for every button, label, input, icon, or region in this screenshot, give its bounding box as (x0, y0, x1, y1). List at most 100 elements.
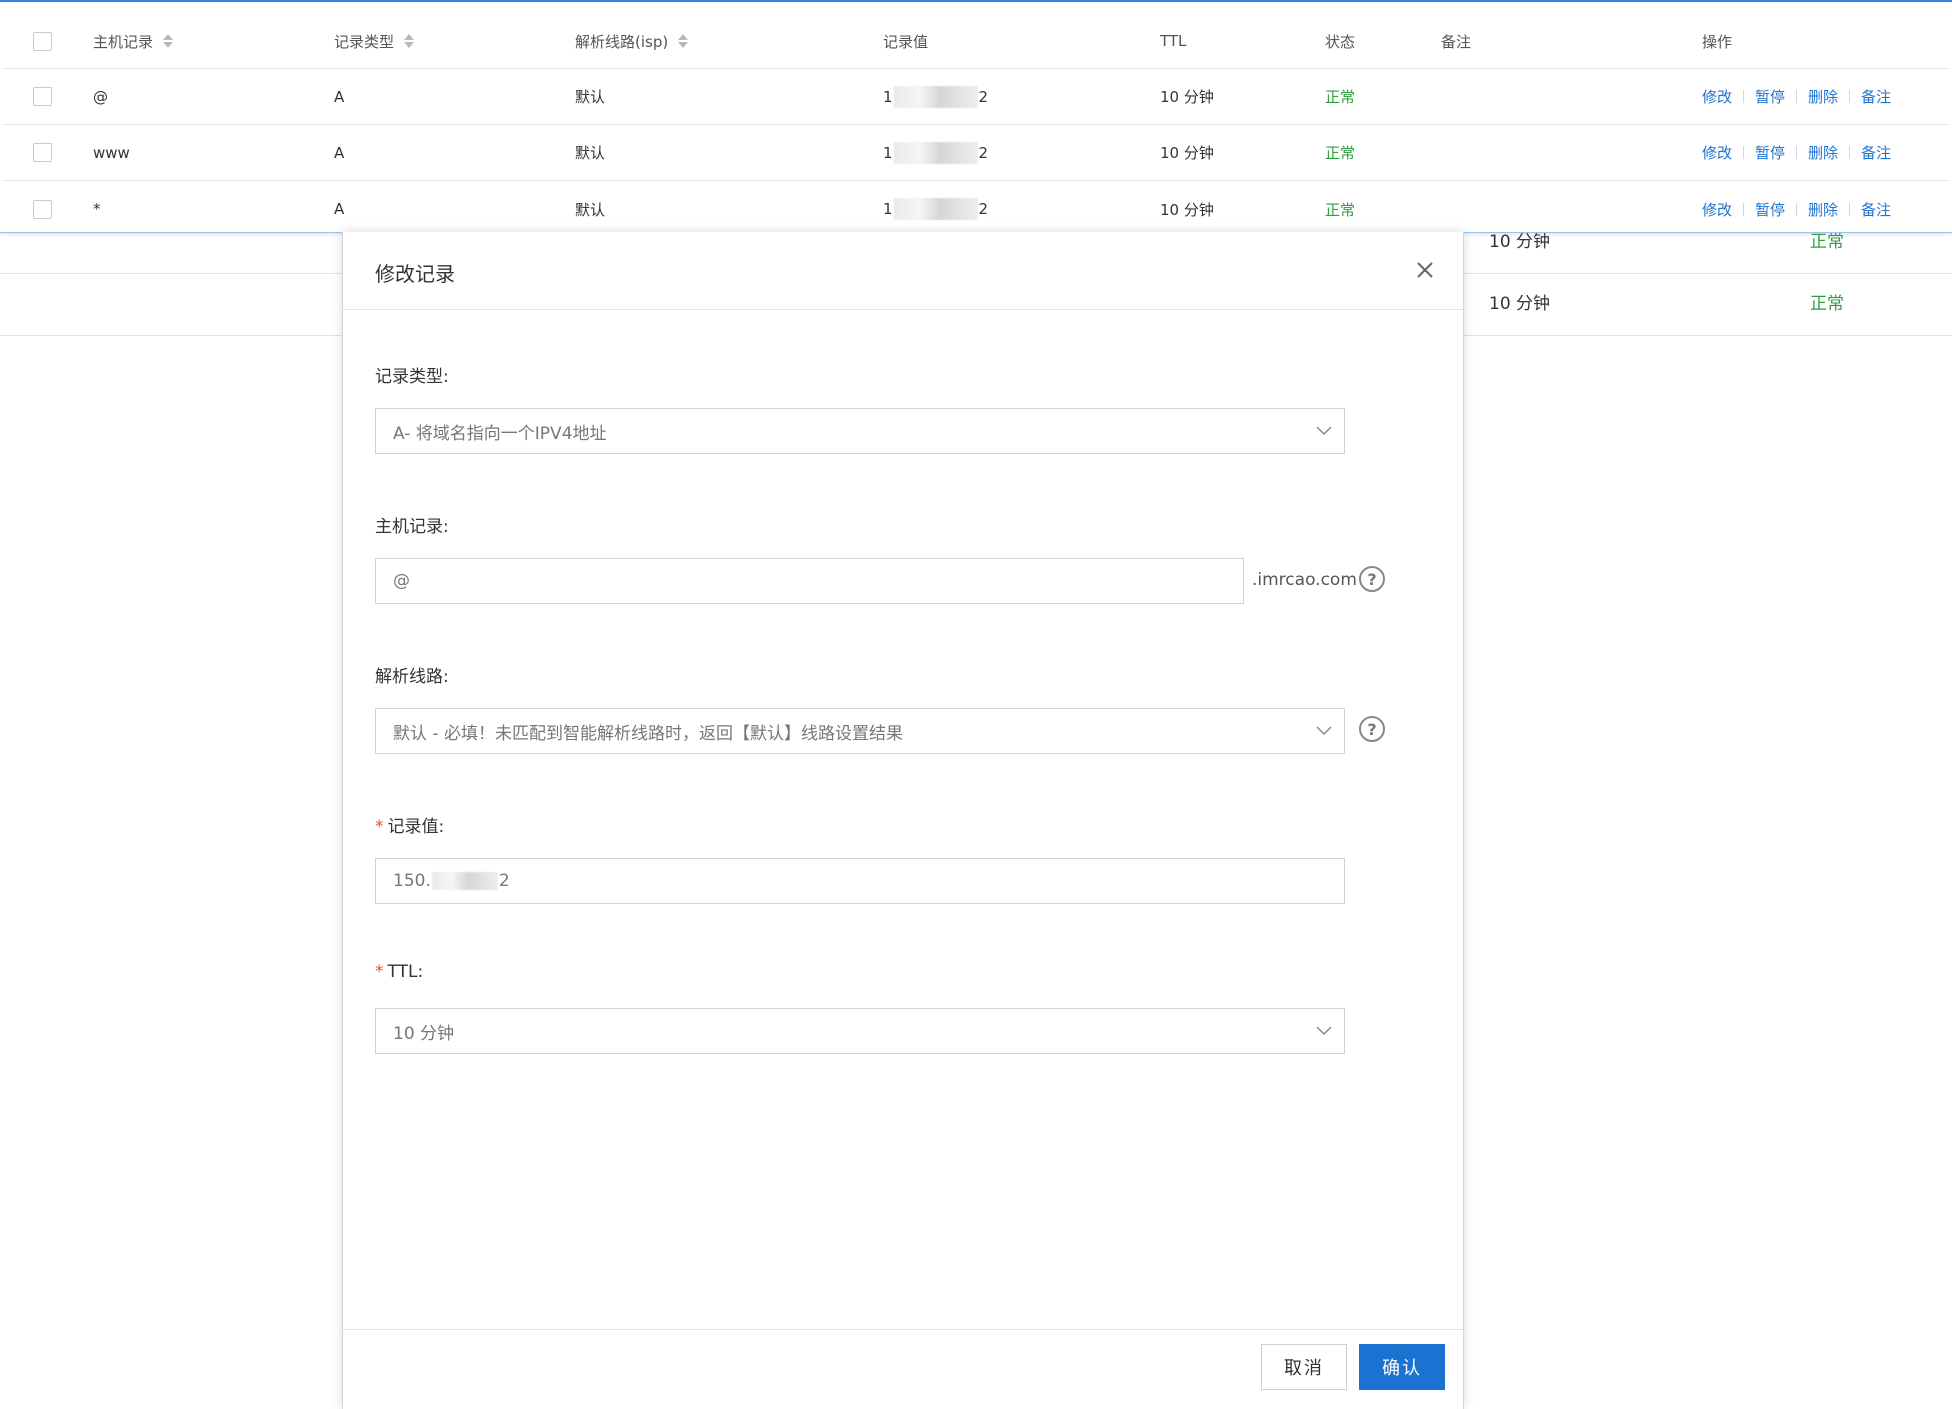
header-status: 状态 (1325, 32, 1356, 51)
host-input[interactable]: @ (375, 558, 1244, 604)
record-value-input[interactable]: 150. 2 (375, 858, 1345, 904)
sort-icon[interactable] (163, 34, 174, 48)
delete-link[interactable]: 删除 (1808, 142, 1838, 163)
redaction-mask (431, 872, 498, 890)
bg-ttl: 10 分钟 (1489, 294, 1551, 314)
close-button[interactable] (1411, 256, 1439, 284)
header-host[interactable]: 主机记录 (93, 14, 174, 68)
cell-type: A (334, 200, 345, 218)
record-type-value: A- 将域名指向一个IPV4地址 (393, 423, 607, 444)
line-select[interactable]: 默认 - 必填！未匹配到智能解析线路时，返回【默认】线路设置结果 (375, 708, 1345, 754)
table-row: www A 默认 1 2 10 分钟 正常 修改 暂停 删除 备注 (4, 125, 1948, 181)
ttl-select[interactable]: 10 分钟 (375, 1008, 1345, 1054)
cell-ttl: 10 分钟 (1160, 200, 1214, 219)
ttl-label-text: TTL: (387, 962, 424, 982)
bg-status: 正常 (1810, 294, 1844, 314)
chevron-down-icon (1304, 726, 1344, 736)
close-icon (1417, 262, 1433, 278)
records-table: 主机记录 记录类型 解析线路(isp) 记录值 TTL 状态 备注 操作 @ A… (0, 0, 1952, 233)
cell-line: 默认 (575, 144, 606, 162)
row-checkbox[interactable] (33, 87, 52, 106)
row-checkbox[interactable] (33, 143, 52, 162)
required-mark: * (375, 962, 384, 982)
ttl-label: * TTL: (375, 962, 423, 982)
cell-value-suffix: 2 (978, 200, 989, 218)
edit-link[interactable]: 修改 (1702, 86, 1732, 107)
cell-status: 正常 (1325, 88, 1356, 106)
remark-link[interactable]: 备注 (1861, 142, 1891, 163)
line-value: 默认 - 必填！未匹配到智能解析线路时，返回【默认】线路设置结果 (393, 723, 903, 744)
cell-value-prefix: 1 (883, 143, 893, 162)
edit-record-dialog: 修改记录 记录类型: A- 将域名指向一个IPV4地址 主机记录: @ .imr… (342, 232, 1464, 1409)
divider (1796, 90, 1798, 103)
cell-status: 正常 (1325, 144, 1356, 162)
cell-value: 1 2 (883, 69, 988, 124)
table-row: @ A 默认 1 2 10 分钟 正常 修改 暂停 删除 备注 (4, 69, 1948, 125)
help-icon[interactable]: ? (1359, 566, 1385, 592)
cell-value-suffix: 2 (978, 87, 989, 106)
header-host-label: 主机记录 (93, 32, 154, 51)
delete-link[interactable]: 删除 (1808, 199, 1838, 220)
select-all-checkbox[interactable] (33, 31, 52, 51)
header-remark: 备注 (1441, 32, 1472, 51)
select-all-cell (33, 14, 52, 68)
confirm-button[interactable]: 确认 (1359, 1344, 1445, 1390)
table-row: * A 默认 1 2 10 分钟 正常 修改 暂停 删除 备注 (4, 181, 1948, 237)
required-mark: * (375, 817, 384, 837)
pause-link[interactable]: 暂停 (1755, 199, 1785, 220)
divider (1743, 90, 1745, 103)
dns-records-page: 10 分钟 正常 10 分钟 正常 主机记录 记录类型 解析线路(isp) 记录… (0, 0, 1952, 1409)
host-value: @ (393, 571, 410, 591)
divider (1743, 146, 1745, 159)
divider (1849, 90, 1851, 103)
header-type-label: 记录类型 (334, 32, 395, 51)
record-type-label: 记录类型: (375, 367, 449, 387)
cell-value-prefix: 1 (883, 200, 893, 218)
row-checkbox[interactable] (33, 199, 52, 219)
dialog-footer: 取消 确认 (343, 1329, 1463, 1409)
edit-link[interactable]: 修改 (1702, 142, 1732, 163)
divider (1796, 202, 1798, 216)
pause-link[interactable]: 暂停 (1755, 142, 1785, 163)
cell-type: A (334, 87, 345, 106)
record-type-select[interactable]: A- 将域名指向一个IPV4地址 (375, 408, 1345, 454)
ttl-value: 10 分钟 (393, 1023, 455, 1044)
redaction-mask (893, 198, 978, 220)
row-actions: 修改 暂停 删除 备注 (1702, 125, 1891, 180)
edit-link[interactable]: 修改 (1702, 199, 1732, 220)
remark-link[interactable]: 备注 (1861, 86, 1891, 107)
cell-status: 正常 (1325, 200, 1356, 219)
row-checkbox-cell (33, 181, 52, 237)
divider (1849, 202, 1851, 216)
cell-value-suffix: 2 (978, 143, 989, 162)
cell-ttl: 10 分钟 (1160, 144, 1214, 162)
cell-host: * (93, 200, 101, 218)
chevron-down-icon (1304, 426, 1344, 436)
record-value-label-text: 记录值: (387, 817, 445, 837)
row-actions: 修改 暂停 删除 备注 (1702, 181, 1891, 237)
cancel-button[interactable]: 取消 (1261, 1344, 1347, 1390)
dialog-title: 修改记录 (375, 262, 455, 286)
domain-suffix: .imrcao.com (1252, 570, 1357, 590)
cell-line: 默认 (575, 200, 606, 219)
cell-value-prefix: 1 (883, 87, 893, 106)
header-type[interactable]: 记录类型 (334, 14, 415, 68)
header-line[interactable]: 解析线路(isp) (575, 14, 689, 68)
cell-value: 1 2 (883, 125, 988, 180)
chevron-down-icon (1304, 1026, 1344, 1036)
header-ops: 操作 (1702, 32, 1733, 51)
redaction-mask (893, 141, 978, 164)
record-value-suffix: 2 (498, 871, 510, 891)
pause-link[interactable]: 暂停 (1755, 86, 1785, 107)
row-actions: 修改 暂停 删除 备注 (1702, 69, 1891, 124)
divider (1796, 146, 1798, 159)
sort-icon[interactable] (404, 34, 415, 48)
remark-link[interactable]: 备注 (1861, 199, 1891, 220)
record-value-label: * 记录值: (375, 812, 444, 837)
table-header: 主机记录 记录类型 解析线路(isp) 记录值 TTL 状态 备注 操作 (4, 14, 1948, 69)
record-value: 150. 2 (393, 871, 1344, 891)
sort-icon[interactable] (678, 34, 689, 48)
row-checkbox-cell (33, 69, 52, 124)
help-icon[interactable]: ? (1359, 716, 1385, 742)
delete-link[interactable]: 删除 (1808, 86, 1838, 107)
